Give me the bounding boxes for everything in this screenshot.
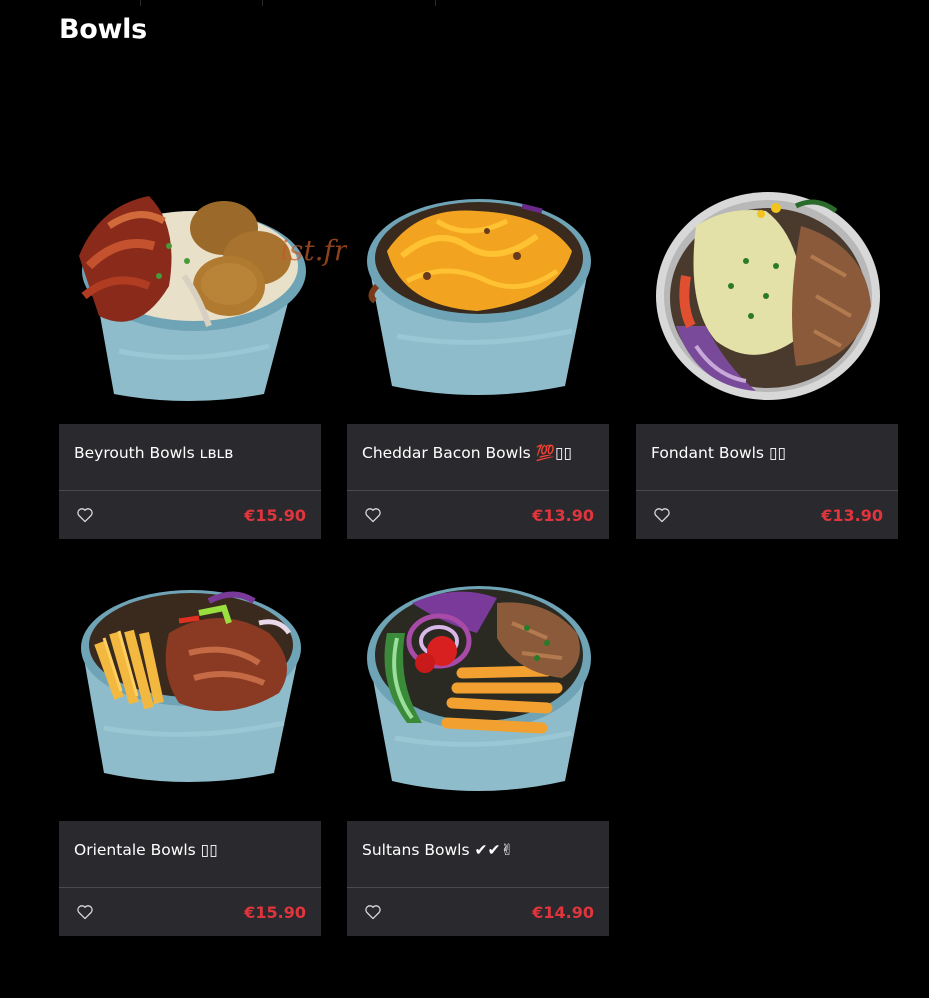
product-card[interactable]: Beyrouth Bowls ʟʙʟʙ €15.90 [59,166,321,539]
heart-outline-icon[interactable] [75,505,95,525]
product-info: Sultans Bowls ✔✔✌ €14.90 [347,821,609,936]
product-footer: €14.90 [347,888,609,936]
product-name[interactable]: Sultans Bowls ✔✔✌ [347,821,609,887]
product-price: €15.90 [244,902,306,922]
product-image[interactable] [636,166,898,424]
product-price: €14.90 [532,902,594,922]
section-title: Bowls [59,14,147,45]
product-info: Cheddar Bacon Bowls 💯▯▯ €13.90 [347,424,609,539]
product-image[interactable] [59,563,321,821]
product-price: €15.90 [244,505,306,525]
product-image[interactable] [59,166,321,424]
heart-outline-icon[interactable] [652,505,672,525]
product-price: €13.90 [532,505,594,525]
product-info: Fondant Bowls ▯▯ €13.90 [636,424,898,539]
product-footer: €15.90 [59,888,321,936]
product-image[interactable] [347,166,609,424]
product-card[interactable]: Sultans Bowls ✔✔✌ €14.90 [347,563,609,936]
product-card[interactable]: Cheddar Bacon Bowls 💯▯▯ €13.90 [347,166,609,539]
product-card[interactable]: Fondant Bowls ▯▯ €13.90 [636,166,898,539]
product-name[interactable]: Orientale Bowls ▯▯ [59,821,321,887]
heart-outline-icon[interactable] [363,902,383,922]
product-info: Beyrouth Bowls ʟʙʟʙ €15.90 [59,424,321,539]
product-footer: €13.90 [636,491,898,539]
watermark-text: ist.fr [280,234,348,267]
top-nav-dividers [0,0,929,6]
product-card[interactable]: Orientale Bowls ▯▯ €15.90 [59,563,321,936]
heart-outline-icon[interactable] [75,902,95,922]
product-price: €13.90 [821,505,883,525]
product-name[interactable]: Fondant Bowls ▯▯ [636,424,898,490]
product-name[interactable]: Beyrouth Bowls ʟʙʟʙ [59,424,321,490]
product-image[interactable] [347,563,609,821]
product-name[interactable]: Cheddar Bacon Bowls 💯▯▯ [347,424,609,490]
product-footer: €15.90 [59,491,321,539]
heart-outline-icon[interactable] [363,505,383,525]
product-footer: €13.90 [347,491,609,539]
product-info: Orientale Bowls ▯▯ €15.90 [59,821,321,936]
